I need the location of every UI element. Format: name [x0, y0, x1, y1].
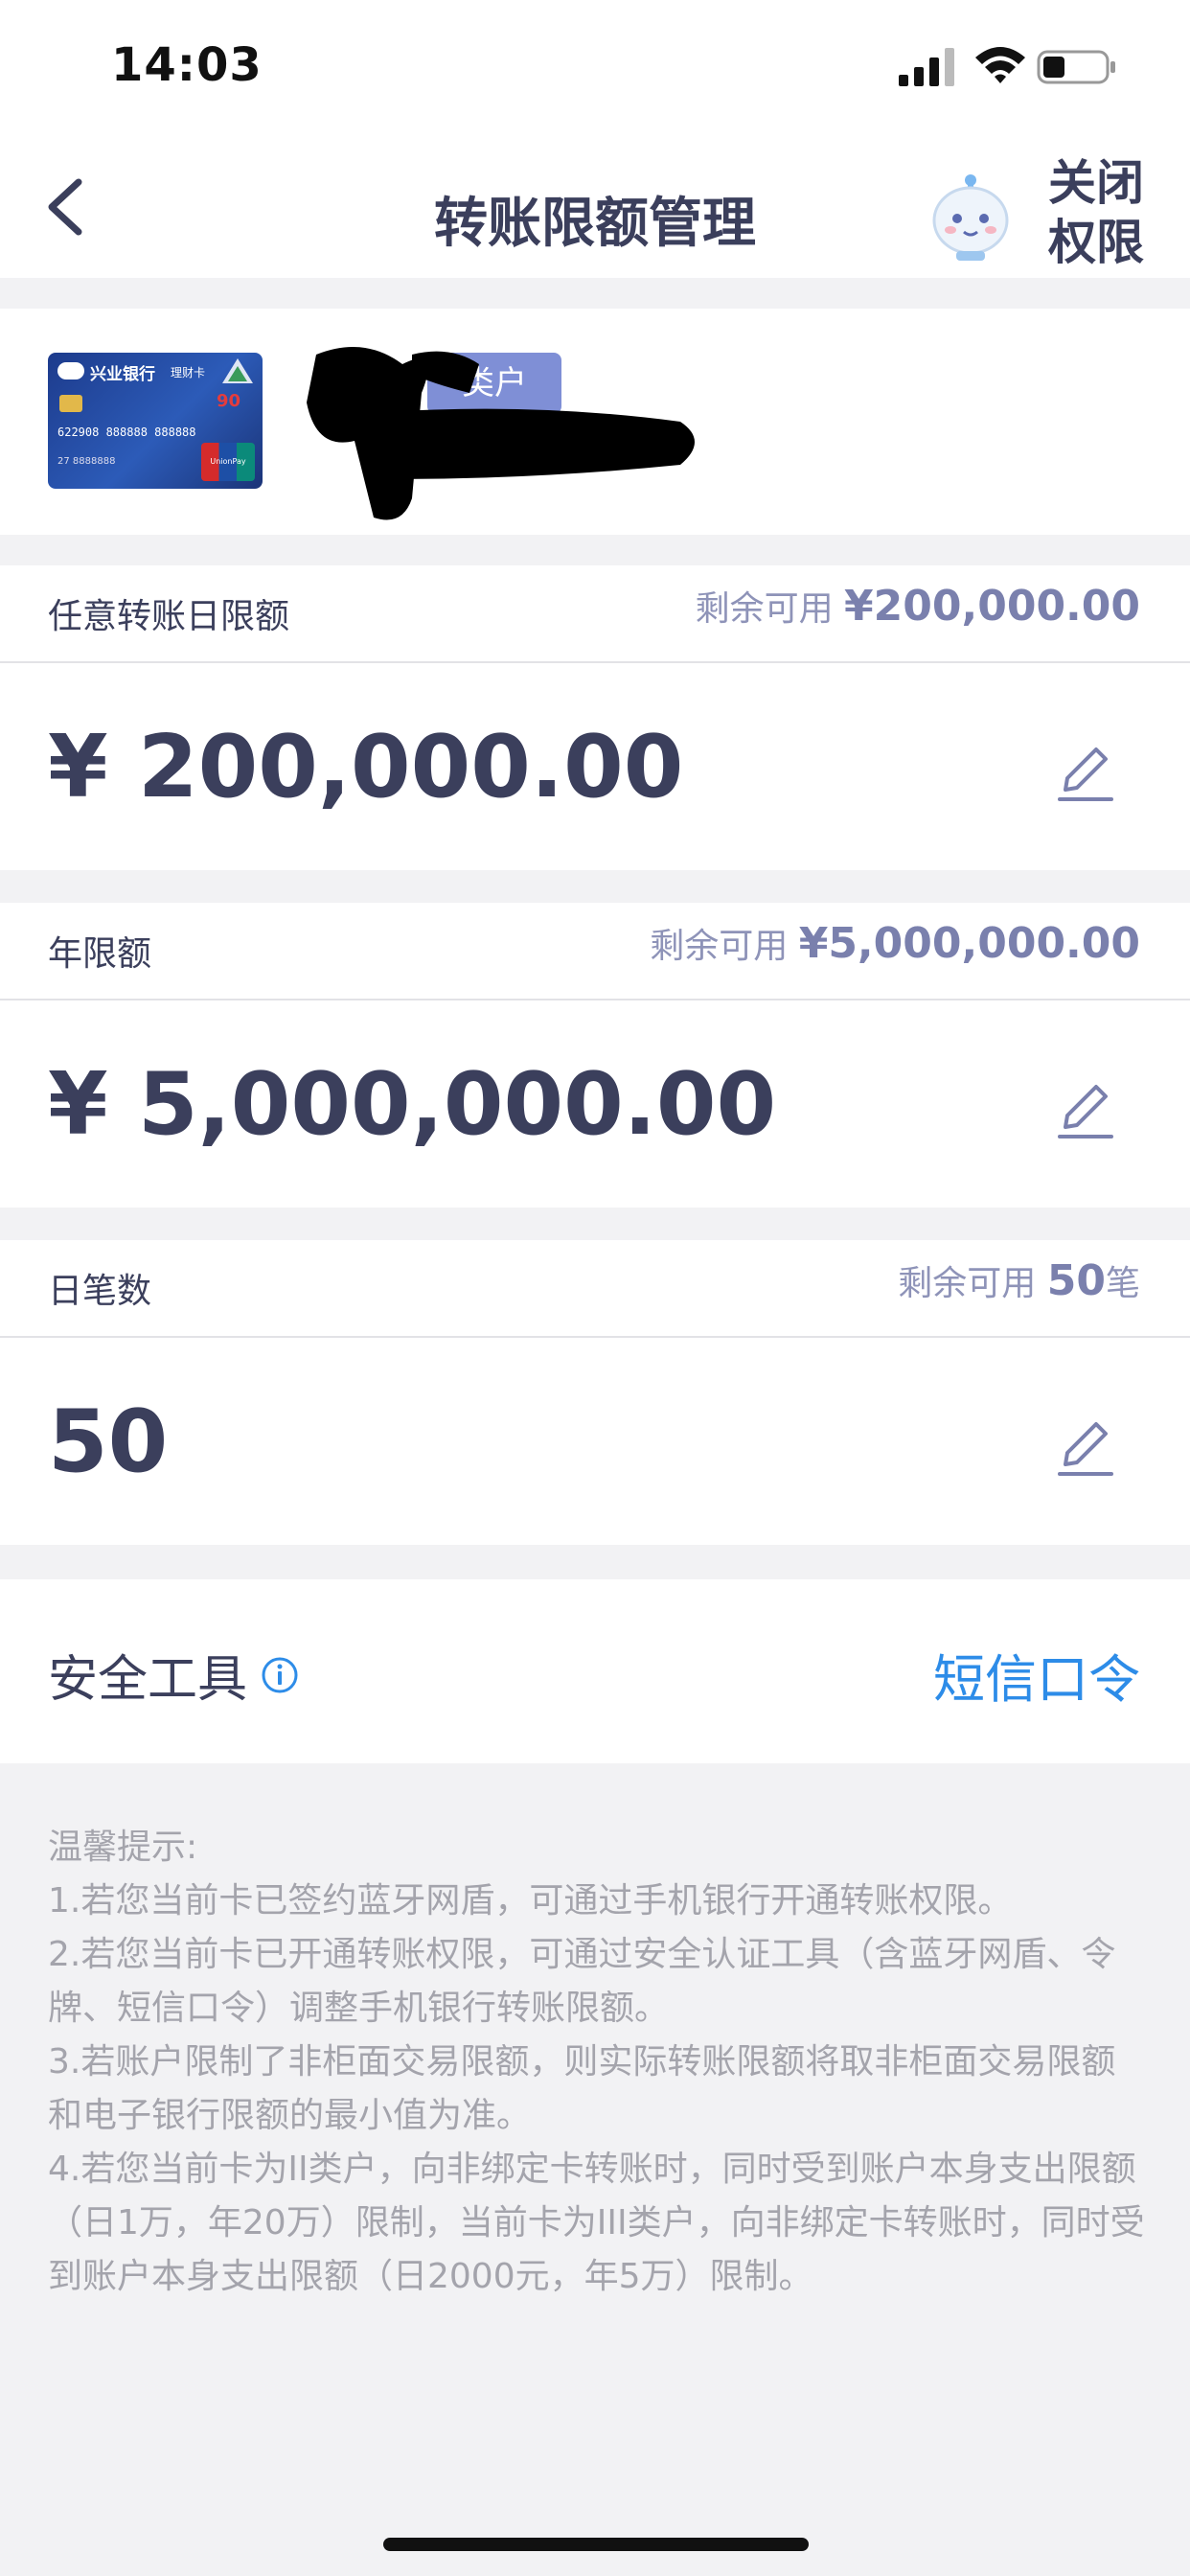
cellular-signal-icon: [899, 48, 954, 86]
tips-section: 温馨提示: 1.若您当前卡已签约蓝牙网盾，可通过手机银行开通转账权限。 2.若您…: [48, 1821, 1146, 2304]
close-permission-line2: 权限: [1048, 215, 1144, 270]
daily-count-label: 日笔数: [48, 1272, 152, 1311]
annual-limit-remaining-amount: ¥5,000,000.00: [798, 919, 1140, 968]
daily-limit-label: 任意转账日限额: [48, 597, 290, 636]
edit-pencil-icon[interactable]: [1054, 1079, 1117, 1142]
status-time: 14:03: [111, 38, 263, 92]
daily-limit-value: ¥ 200,000.00: [48, 717, 684, 817]
card-kind: 理财卡: [171, 366, 206, 380]
daily-count-remaining-suffix: 笔: [1105, 1264, 1140, 1303]
home-indicator[interactable]: [383, 2538, 809, 2551]
security-tool-value[interactable]: 短信口令: [933, 1637, 1140, 1713]
edit-pencil-icon[interactable]: [1054, 742, 1117, 805]
card-bank-name: 兴业银行: [90, 365, 155, 384]
daily-limit-remaining-prefix: 剩余可用: [695, 589, 834, 629]
info-icon[interactable]: [261, 1656, 299, 1694]
bank-card-image: 兴业银行 理财卡 90 622908 888888 888888 27 8888…: [48, 353, 263, 489]
card-emblem-icon: [222, 358, 253, 383]
daily-count-value: 50: [48, 1392, 169, 1492]
annual-limit-label: 年限额: [48, 934, 152, 974]
unionpay-logo-icon: UnionPay: [201, 443, 255, 481]
card-badge-90: 90: [217, 391, 241, 411]
annual-limit-value: ¥ 5,000,000.00: [48, 1054, 777, 1155]
annual-limit-remaining-prefix: 剩余可用: [650, 927, 789, 966]
redaction-mark: [307, 347, 695, 520]
security-tool-label: 安全工具: [48, 1651, 248, 1709]
card-number: 622908 888888 888888: [57, 426, 196, 439]
wifi-icon: [975, 47, 1025, 83]
daily-limit-remaining-amount: ¥200,000.00: [844, 582, 1140, 631]
daily-count-remaining-amount: 50: [1046, 1256, 1106, 1305]
tip-item: 2.若您当前卡已开通转账权限，可通过安全认证工具（含蓝牙网盾、令牌、短信口令）调…: [48, 1935, 1116, 2028]
bank-logo-icon: [57, 362, 84, 380]
tip-item: 1.若您当前卡已签约蓝牙网盾，可通过手机银行开通转账权限。: [48, 1881, 1013, 1920]
tip-item: 3.若账户限制了非柜面交易限额，则实际转账限额将取非柜面交易限额和电子银行限额的…: [48, 2042, 1116, 2135]
card-chip: [59, 395, 82, 412]
daily-count-body: [0, 1338, 1190, 1545]
close-permission-line1: 关闭: [1048, 155, 1144, 211]
close-permission-button[interactable]: 关闭 权限: [1039, 153, 1154, 272]
card-holder-number: 27 8888888: [57, 456, 116, 467]
edit-pencil-icon[interactable]: [1054, 1416, 1117, 1480]
daily-limit-remaining: 剩余可用 ¥200,000.00: [696, 581, 1140, 631]
battery-icon: [1037, 50, 1115, 84]
tip-item: 4.若您当前卡为II类户，向非绑定卡转账时，同时受到账户本身支出限额（日1万，年…: [48, 2150, 1145, 2296]
unionpay-label: UnionPay: [210, 457, 246, 466]
mascot-robot-icon[interactable]: [927, 171, 1014, 263]
daily-count-remaining-prefix: 剩余可用: [898, 1264, 1037, 1303]
daily-count-remaining: 剩余可用 50笔: [898, 1255, 1140, 1305]
annual-limit-remaining: 剩余可用 ¥5,000,000.00: [650, 918, 1140, 968]
tips-title: 温馨提示:: [48, 1828, 198, 1867]
